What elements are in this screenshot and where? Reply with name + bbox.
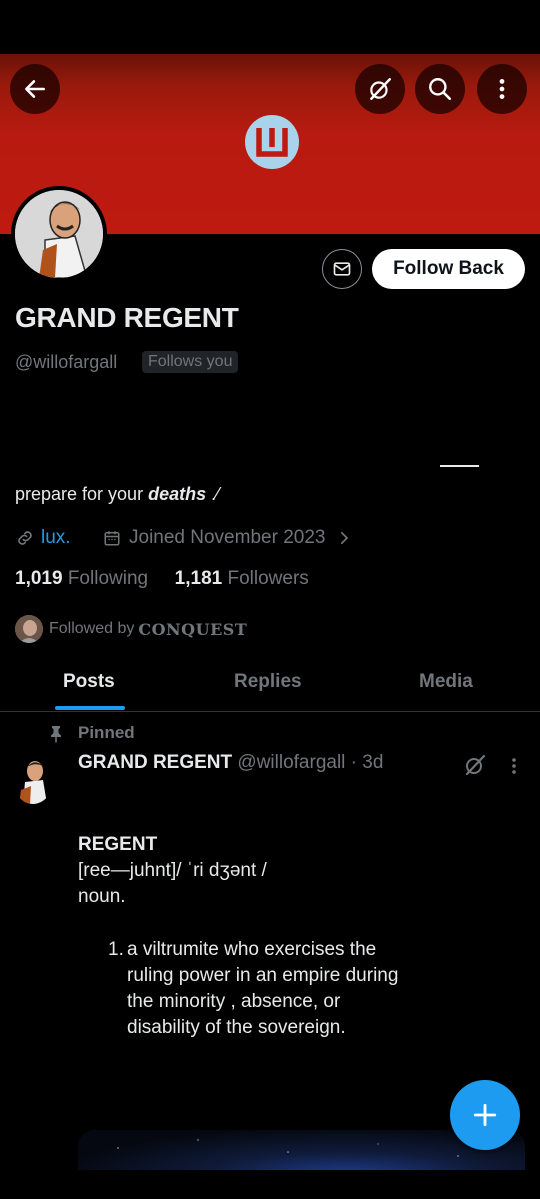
- tab-replies[interactable]: Replies: [234, 671, 302, 693]
- post-word-class: noun.: [78, 886, 126, 907]
- message-button[interactable]: [322, 249, 362, 289]
- plus-icon: [473, 1103, 497, 1127]
- followers-label: Followers: [227, 568, 309, 589]
- search-icon: [429, 78, 452, 101]
- definition-text: a viltrumite who exercises the ruling po…: [127, 939, 399, 1038]
- followed-by-name: CONQUEST: [138, 619, 248, 639]
- bio-text: prepare for your: [15, 484, 149, 504]
- profile-link[interactable]: lux.: [15, 527, 71, 549]
- follow-back-button[interactable]: Follow Back: [372, 249, 525, 289]
- followers-stat[interactable]: 1,181 Followers: [175, 568, 309, 589]
- tab-posts[interactable]: Posts: [63, 671, 115, 693]
- tabs-divider: [0, 711, 540, 712]
- tab-media[interactable]: Media: [419, 671, 473, 693]
- active-tab-indicator: [55, 706, 125, 710]
- post-handle-time: @willofargall · 3d: [237, 752, 384, 773]
- envelope-icon: [333, 262, 351, 276]
- grok-icon: [370, 78, 391, 100]
- pinned-label: Pinned: [78, 723, 135, 742]
- follow-stats: 1,019 Following 1,181 Followers: [15, 568, 309, 590]
- post-header[interactable]: GRAND REGENT @willofargall · 3d: [78, 752, 383, 774]
- followers-count: 1,181: [174, 568, 223, 589]
- avatar-image: [15, 190, 103, 278]
- profile-link-text[interactable]: lux.: [41, 527, 71, 549]
- bio-emphasis: deaths: [148, 484, 207, 504]
- banner-logo-icon: [245, 115, 299, 169]
- grok-button[interactable]: [355, 64, 405, 114]
- chevron-right-icon: [341, 531, 349, 545]
- back-arrow-icon: [25, 80, 45, 98]
- bio-suffix: .⁄: [206, 484, 220, 504]
- post-body: REGENT [ree—juhnt]/ ˈri dʒənt / noun.: [78, 832, 267, 910]
- calendar-icon: [104, 531, 120, 546]
- following-label: Following: [67, 568, 149, 589]
- decorative-line: [440, 465, 479, 467]
- profile-bio: prepare for your deaths .⁄: [15, 484, 219, 505]
- profile-handle: @willofargall: [15, 352, 118, 372]
- post-title: REGENT: [78, 834, 158, 855]
- follower-avatar: [15, 615, 43, 643]
- grok-post-icon[interactable]: [463, 753, 487, 777]
- profile-avatar[interactable]: [11, 186, 107, 282]
- definition-number: 1.: [108, 939, 124, 960]
- link-icon: [18, 531, 32, 545]
- followed-by[interactable]: Followed by CONQUEST: [15, 615, 247, 643]
- pin-icon: [51, 726, 61, 743]
- post-author-name[interactable]: GRAND REGENT: [78, 752, 232, 773]
- following-count: 1,019: [15, 568, 63, 589]
- follows-you-badge: Follows you: [142, 351, 239, 373]
- more-options-button[interactable]: [477, 64, 527, 114]
- post-pronunciation: [ree—juhnt]/ ˈri dʒənt /: [78, 860, 267, 881]
- profile-name: GRAND REGENT: [15, 302, 239, 333]
- joined-date[interactable]: Joined November 2023: [103, 527, 353, 549]
- post-author-avatar[interactable]: [13, 756, 53, 804]
- search-button[interactable]: [415, 64, 465, 114]
- more-vertical-icon: [499, 79, 505, 99]
- compose-button[interactable]: [450, 1080, 520, 1150]
- post-more-icon[interactable]: [504, 755, 524, 777]
- back-button[interactable]: [10, 64, 60, 114]
- joined-text: Joined November 2023: [129, 527, 326, 548]
- followed-by-label: Followed by: [49, 620, 135, 637]
- following-stat[interactable]: 1,019 Following: [15, 568, 148, 589]
